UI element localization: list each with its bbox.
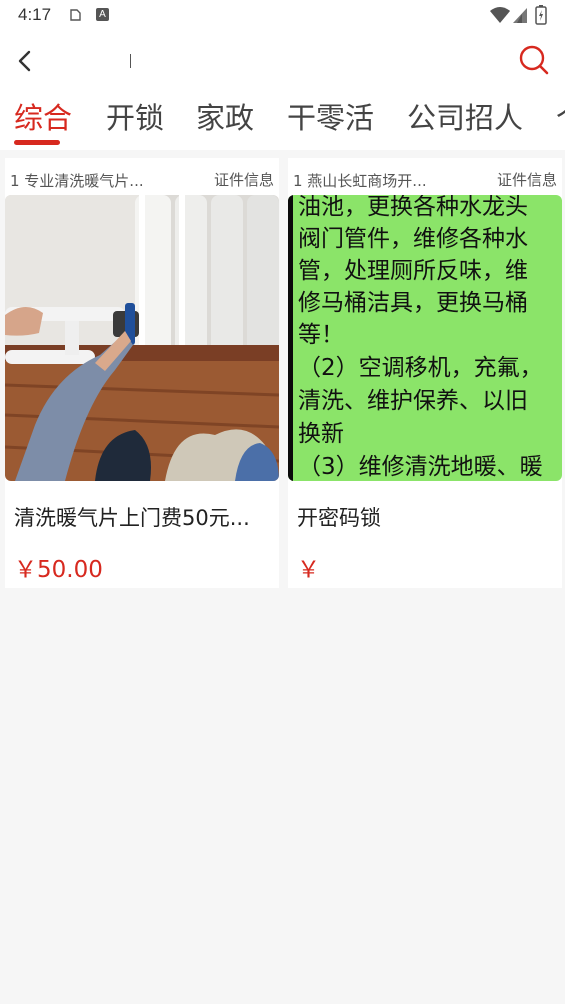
- status-time: 4:17: [18, 5, 52, 24]
- text-cursor: [130, 54, 131, 68]
- product-grid: 1 专业清洗暖气片... 证件信息 清洗暖气片上门费50元... ￥50.00 …: [0, 150, 565, 1004]
- poster-text-line: 油池，更换各种水龙头: [298, 195, 528, 220]
- card-header: 1 专业清洗暖气片... 证件信息: [5, 158, 279, 195]
- search-input[interactable]: [70, 44, 494, 80]
- radiator-photo: [5, 195, 279, 481]
- product-price: ￥: [297, 557, 320, 583]
- tab-odd-jobs[interactable]: 干零活: [287, 100, 374, 136]
- tab-comprehensive[interactable]: 综合: [14, 100, 72, 136]
- active-tab-indicator: [14, 140, 60, 145]
- poster-text-line: 管，处理厕所反味，维: [298, 258, 528, 284]
- product-card[interactable]: 1 燕山长虹商场开... 证件信息 油池，更换各种水龙头 阀门管件，维修各种水 …: [288, 158, 562, 588]
- battery-icon: [535, 5, 547, 25]
- tab-unlock[interactable]: 开锁: [106, 100, 164, 136]
- notification-a-icon: A: [96, 8, 109, 21]
- poster-text-line: （3）维修清洗地暖、暖: [298, 454, 543, 480]
- product-image[interactable]: [5, 195, 279, 481]
- search-header: [0, 32, 565, 90]
- poster-text-line: 清洗、维护保养、以旧: [298, 388, 528, 414]
- clipboard-icon: [70, 9, 81, 21]
- poster-text-line: 阀门管件，维修各种水: [298, 226, 528, 252]
- search-icon[interactable]: [516, 42, 552, 78]
- status-bar: 4:17 A: [0, 0, 565, 32]
- product-card[interactable]: 1 专业清洗暖气片... 证件信息 清洗暖气片上门费50元... ￥50.00: [5, 158, 279, 588]
- certificate-info-link[interactable]: 证件信息: [214, 169, 274, 190]
- tab-company-hiring[interactable]: 公司招人: [407, 100, 523, 136]
- wifi-icon: [490, 7, 510, 23]
- text-poster: 油池，更换各种水龙头 阀门管件，维修各种水 管，处理厕所反味，维 修马桶洁具，更…: [288, 195, 562, 481]
- poster-text-line: 换新: [298, 421, 344, 447]
- chevron-left-icon[interactable]: [10, 44, 40, 78]
- certificate-info-link[interactable]: 证件信息: [497, 169, 557, 190]
- poster-text-line: 等！: [298, 322, 344, 348]
- product-price: ￥50.00: [14, 557, 103, 583]
- product-image[interactable]: 油池，更换各种水龙头 阀门管件，维修各种水 管，处理厕所反味，维 修马桶洁具，更…: [288, 195, 562, 481]
- product-name: 开密码锁: [297, 506, 381, 530]
- tab-housekeeping[interactable]: 家政: [196, 100, 254, 136]
- card-header: 1 燕山长虹商场开... 证件信息: [288, 158, 562, 195]
- tab-overflow[interactable]: 个: [556, 100, 565, 136]
- card-rank-title: 1 专业清洗暖气片...: [10, 172, 144, 190]
- signal-icon: [513, 8, 527, 23]
- category-tabs: 综合 开锁 家政 干零活 公司招人 个: [0, 90, 565, 150]
- poster-text-line: 修马桶洁具，更换马桶: [298, 290, 528, 316]
- card-rank-title: 1 燕山长虹商场开...: [293, 172, 427, 190]
- poster-text-line: （2）空调移机，充氟，: [298, 355, 543, 381]
- product-name: 清洗暖气片上门费50元...: [14, 506, 250, 530]
- poster-edge: [288, 195, 293, 481]
